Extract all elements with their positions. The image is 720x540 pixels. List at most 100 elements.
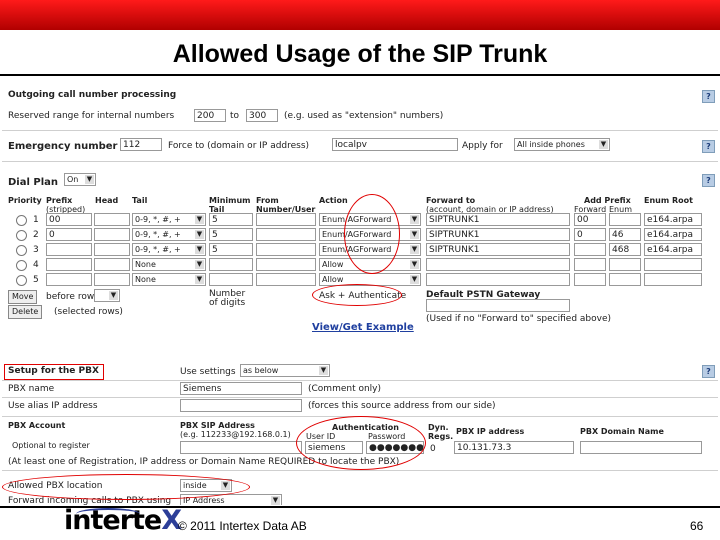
enum-root-input[interactable]: e164.arpa — [644, 243, 702, 256]
forward-to-input[interactable]: SIPTRUNK1 — [426, 243, 570, 256]
forward-to-input[interactable] — [426, 273, 570, 286]
row-radio[interactable] — [16, 275, 27, 286]
delete-button[interactable]: Delete — [8, 305, 43, 319]
divider — [2, 161, 718, 162]
row-number: 4 — [33, 260, 39, 270]
col-priority: Priority — [8, 196, 42, 205]
dial-plan-select[interactable]: On ▼ — [64, 173, 96, 186]
forward-prefix-input[interactable] — [574, 243, 606, 256]
row-radio[interactable] — [16, 230, 27, 241]
enum-prefix-input[interactable]: 46 — [609, 228, 641, 241]
divider — [2, 380, 718, 381]
head-input[interactable] — [94, 243, 130, 256]
head-input[interactable] — [94, 273, 130, 286]
emergency-number-input[interactable]: 112 — [120, 138, 162, 151]
min-tail-input[interactable] — [209, 258, 253, 271]
default-gateway-input[interactable] — [426, 299, 570, 312]
tail-select[interactable]: 0-9, *, #, + ▼ — [132, 243, 206, 256]
help-icon[interactable]: ? — [702, 365, 715, 378]
forward-prefix-input[interactable] — [574, 258, 606, 271]
divider — [2, 130, 718, 131]
chevron-down-icon: ▼ — [410, 230, 419, 239]
pbx-domain-input[interactable] — [580, 441, 702, 454]
enum-root-input[interactable] — [644, 273, 702, 286]
sip-address-hint: (e.g. 112233@192.168.0.1) — [180, 430, 291, 439]
enum-prefix-input[interactable]: 468 — [609, 243, 641, 256]
forward-prefix-input[interactable]: 0 — [574, 228, 606, 241]
min-tail-input[interactable]: 5 — [209, 213, 253, 226]
force-to-label: Force to (domain or IP address) — [168, 141, 310, 151]
from-user-input[interactable] — [256, 213, 316, 226]
col-from: From — [256, 196, 279, 205]
prefix-input[interactable]: 00 — [46, 213, 92, 226]
min-tail-input[interactable]: 5 — [209, 243, 253, 256]
from-user-input[interactable] — [256, 258, 316, 271]
col-tail: Tail — [132, 196, 148, 205]
tail-select[interactable]: 0-9, *, #, + ▼ — [132, 213, 206, 226]
enum-prefix-input[interactable] — [609, 258, 641, 271]
head-input[interactable] — [94, 213, 130, 226]
tail-select[interactable]: None ▼ — [132, 273, 206, 286]
range-hint: (e.g. used as "extension" numbers) — [284, 111, 444, 121]
intertex-logo: interteX — [64, 505, 182, 536]
force-to-input[interactable]: localpv — [332, 138, 458, 151]
help-icon[interactable]: ? — [702, 90, 715, 103]
enum-root-input[interactable] — [644, 258, 702, 271]
forward-to-input[interactable] — [426, 258, 570, 271]
use-settings-select[interactable]: as below ▼ — [240, 364, 330, 377]
slide-title: Allowed Usage of the SIP Trunk — [172, 40, 548, 68]
title-rule — [0, 74, 720, 76]
col-forward-to: Forward to — [426, 196, 476, 205]
enum-root-input[interactable]: e164.arpa — [644, 228, 702, 241]
tail-value: 0-9, *, #, + — [135, 230, 181, 239]
default-gateway-note: (Used if no "Forward to" specified above… — [426, 314, 612, 324]
min-tail-input[interactable] — [209, 273, 253, 286]
dial-plan-label: Dial Plan — [8, 177, 59, 188]
chevron-down-icon: ▼ — [319, 366, 328, 375]
alias-ip-hint: (forces this source address from our sid… — [308, 401, 496, 411]
tail-value: 0-9, *, #, + — [135, 215, 181, 224]
apply-for-value: All inside phones — [517, 140, 585, 149]
min-tail-input[interactable]: 5 — [209, 228, 253, 241]
row-number: 2 — [33, 230, 39, 240]
row-radio[interactable] — [16, 215, 27, 226]
pbx-name-input[interactable]: Siemens — [180, 382, 302, 395]
row-radio[interactable] — [16, 245, 27, 256]
apply-for-select[interactable]: All inside phones ▼ — [514, 138, 610, 151]
forward-prefix-input[interactable]: 00 — [574, 213, 606, 226]
tail-select[interactable]: None ▼ — [132, 258, 206, 271]
highlight-setup-pbx — [4, 364, 104, 380]
pbx-ip-input[interactable]: 10.131.73.3 — [454, 441, 574, 454]
prefix-input[interactable] — [46, 273, 92, 286]
apply-for-label: Apply for — [462, 141, 503, 151]
view-example-link[interactable]: View/Get Example — [312, 322, 414, 333]
row-radio[interactable] — [16, 260, 27, 271]
enum-prefix-input[interactable] — [609, 213, 641, 226]
sip-address-input[interactable] — [180, 441, 302, 454]
head-input[interactable] — [94, 258, 130, 271]
help-icon[interactable]: ? — [702, 174, 715, 187]
from-user-input[interactable] — [256, 243, 316, 256]
alias-ip-input[interactable] — [180, 399, 302, 412]
prefix-input[interactable] — [46, 243, 92, 256]
from-user-input[interactable] — [256, 273, 316, 286]
help-icon[interactable]: ? — [702, 140, 715, 153]
forward-prefix-input[interactable] — [574, 273, 606, 286]
prefix-input[interactable] — [46, 258, 92, 271]
range-to-input[interactable]: 300 — [246, 109, 278, 122]
forward-to-input[interactable]: SIPTRUNK1 — [426, 228, 570, 241]
head-input[interactable] — [94, 228, 130, 241]
before-row-select[interactable]: ▼ — [94, 289, 120, 302]
dyn-regs-label: Dyn. Regs. — [428, 423, 454, 441]
tail-select[interactable]: 0-9, *, #, + ▼ — [132, 228, 206, 241]
prefix-input[interactable]: 0 — [46, 228, 92, 241]
col-minimum: Minimum — [209, 196, 251, 205]
range-from-input[interactable]: 200 — [194, 109, 226, 122]
move-button[interactable]: Move — [8, 290, 38, 304]
from-user-input[interactable] — [256, 228, 316, 241]
chevron-down-icon: ▼ — [195, 275, 204, 284]
col-head: Head — [95, 196, 119, 205]
enum-prefix-input[interactable] — [609, 273, 641, 286]
enum-root-input[interactable]: e164.arpa — [644, 213, 702, 226]
forward-to-input[interactable]: SIPTRUNK1 — [426, 213, 570, 226]
